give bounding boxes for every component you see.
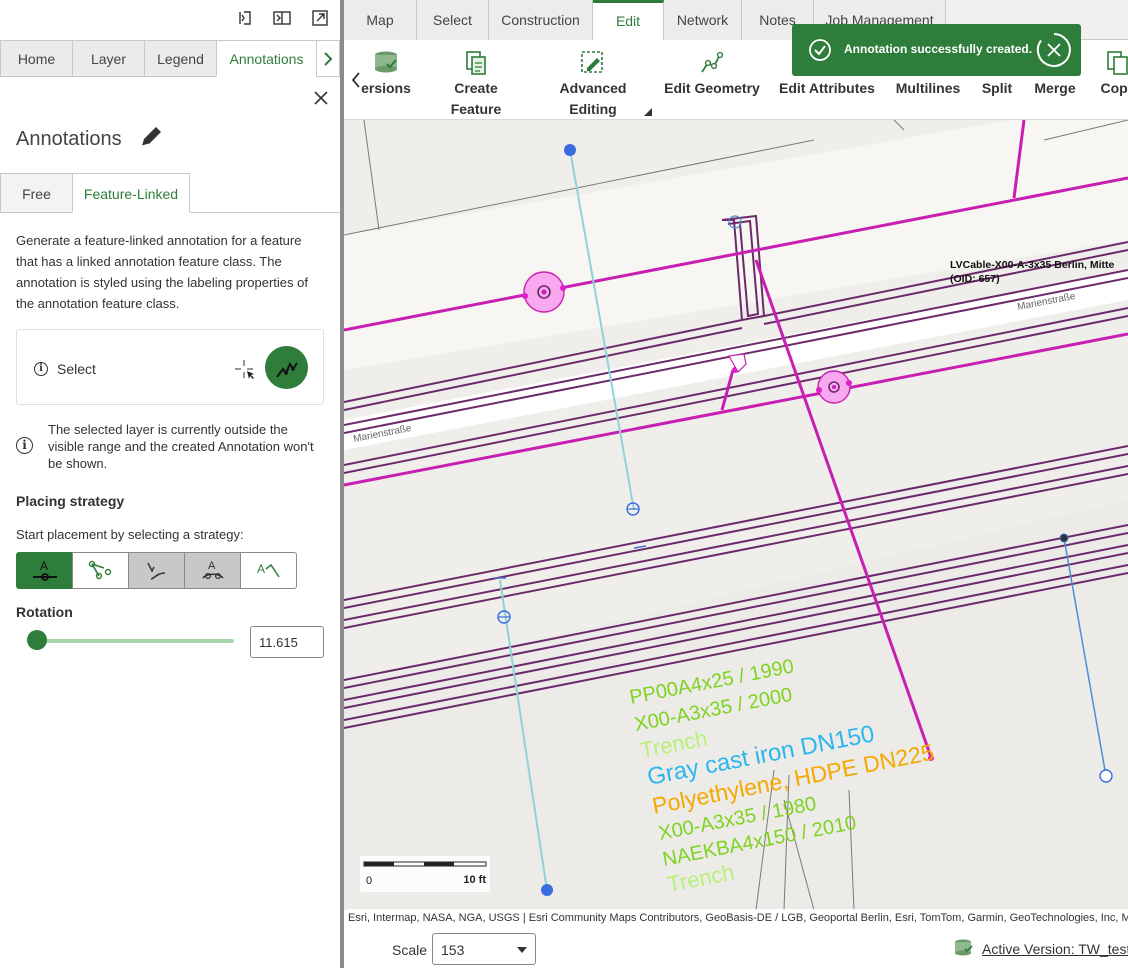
versions-icon [375,51,397,73]
scale-max-label: 10 ft [463,874,486,886]
advanced-editing-tool[interactable]: Advanced Editing [554,50,632,119]
scale-zero-label: 0 [366,875,373,887]
scale-label: Scale [392,942,428,958]
select-line-icon [275,361,298,378]
strategy-horizontal-button[interactable]: A [16,552,73,589]
placing-strategy-buttons: A A A [16,552,302,589]
ribbon-tab-select[interactable]: Select [417,0,489,40]
select-label: Select [57,361,96,377]
close-icon [314,91,328,105]
split-label: Split [981,80,1013,96]
tab-feature-linked[interactable]: Feature-Linked [72,173,190,213]
edit-geometry-icon [701,51,724,73]
map-node[interactable] [564,144,576,156]
dropdown-corner-icon [644,108,652,116]
dock-left-icon[interactable] [234,8,254,28]
follow-curve-icon [146,562,165,580]
svg-text:A: A [208,560,216,572]
rotation-label: Rotation [16,604,73,620]
rotation-input[interactable]: 11.615 [250,626,324,658]
caret-down-icon [517,947,527,953]
cable-joint [541,289,547,295]
feature-linked-description: Generate a feature-linked annotation for… [16,233,308,311]
tab-layer[interactable]: Layer [72,40,145,77]
ribbon-tab-edit[interactable]: Edit [593,0,664,41]
along-line-icon: A [201,560,224,579]
copy-label: Copy [1100,80,1128,96]
info-icon: i [34,362,48,376]
tab-legend[interactable]: Legend [144,40,217,77]
multilines-label: Multilines [895,80,961,96]
strategy-anchor-button[interactable] [72,552,129,589]
map-node[interactable] [541,884,553,896]
create-feature-tool[interactable]: Create Feature [428,50,524,119]
svg-text:A: A [40,559,48,573]
placing-strategy-label: Start placement by selecting a strategy: [16,527,244,542]
map-attribution: Esri, Intermap, NASA, NGA, USGS | Esri C… [348,909,1128,927]
merge-label: Merge [1034,80,1076,96]
scale-bar: 0 10 ft [360,856,490,892]
placing-strategy-title: Placing strategy [16,493,125,509]
warning-info-icon: i [16,437,33,454]
tabs-next-button[interactable] [316,40,340,77]
pencil-icon [138,124,164,150]
scale-select[interactable]: 153 [432,933,536,965]
toast-close-button[interactable] [1036,32,1072,68]
edit-attributes-label: Edit Attributes [779,80,875,96]
toast-message: Annotation successfully created. [844,42,1033,56]
copy-icon [1107,51,1128,75]
strategy-follow-curve-button[interactable] [128,552,185,589]
map-node[interactable] [1099,769,1113,783]
advanced-editing-label: Advanced Editing [559,80,627,117]
panel-window-tools [234,8,330,30]
tab-free[interactable]: Free [0,173,73,213]
leader-text-icon: A [257,562,280,577]
cable-label: LVCable-X00-A-3x35 Berlin, Mitte [950,259,1115,271]
active-version-link[interactable]: Active Version: TW_test [982,941,1128,957]
tab-annotations[interactable]: Annotations [216,40,317,77]
status-bar: Scale 153 Active Version: TW_test [344,927,1128,968]
select-cursor-icon [233,358,257,382]
cable-oid-label: (OID: 657) [950,273,1000,285]
popout-icon[interactable] [310,8,330,28]
versions-tool[interactable]: ersions [360,50,412,99]
ribbon-tab-map[interactable]: Map [344,0,417,40]
tab-home[interactable]: Home [0,40,73,77]
cable-joint [832,385,836,389]
edit-geometry-label: Edit Geometry [664,80,760,96]
edit-geometry-tool[interactable]: Edit Geometry [662,50,762,99]
map-node[interactable] [1059,533,1069,543]
annotation-mode-tabs: Free Feature-Linked [0,173,340,213]
close-icon [1036,33,1071,67]
map-canvas: Marienstraße Marienstraße LVCable-X00-A-… [344,120,1128,910]
split-panel-icon[interactable] [272,8,292,28]
svg-text:A: A [257,562,265,576]
scale-value: 153 [441,942,465,958]
create-feature-icon [466,51,486,75]
annotations-panel: Home Layer Legend Annotations Annotation… [0,0,340,968]
select-feature-button[interactable] [265,346,308,389]
chevron-right-icon [324,51,333,66]
anchor-point-icon [88,560,111,579]
strategy-leader-button[interactable]: A [240,552,297,589]
select-feature-box: i Select [16,329,324,405]
check-circle-icon [809,39,831,61]
map-view[interactable]: Marienstraße Marienstraße LVCable-X00-A-… [344,120,1128,910]
panel-tabs: Home Layer Legend Annotations [0,40,340,77]
success-toast: Annotation successfully created. [792,24,1081,76]
ribbon-tab-construction[interactable]: Construction [489,0,593,40]
ribbon-tab-network[interactable]: Network [664,0,742,40]
advanced-editing-icon [581,51,603,73]
visibility-warning: The selected layer is currently outside … [48,422,314,471]
panel-title: Annotations [16,128,122,150]
horizontal-text-icon: A [32,559,57,581]
rotation-slider-thumb[interactable] [26,630,47,650]
copy-tool[interactable]: Copy [1096,50,1128,99]
version-icon [955,939,973,956]
close-panel-button[interactable] [311,88,331,108]
rotation-slider-track[interactable] [30,639,234,643]
strategy-along-line-button[interactable]: A [184,552,241,589]
versions-label: ersions [361,80,411,96]
create-feature-label: Create Feature [450,80,502,117]
